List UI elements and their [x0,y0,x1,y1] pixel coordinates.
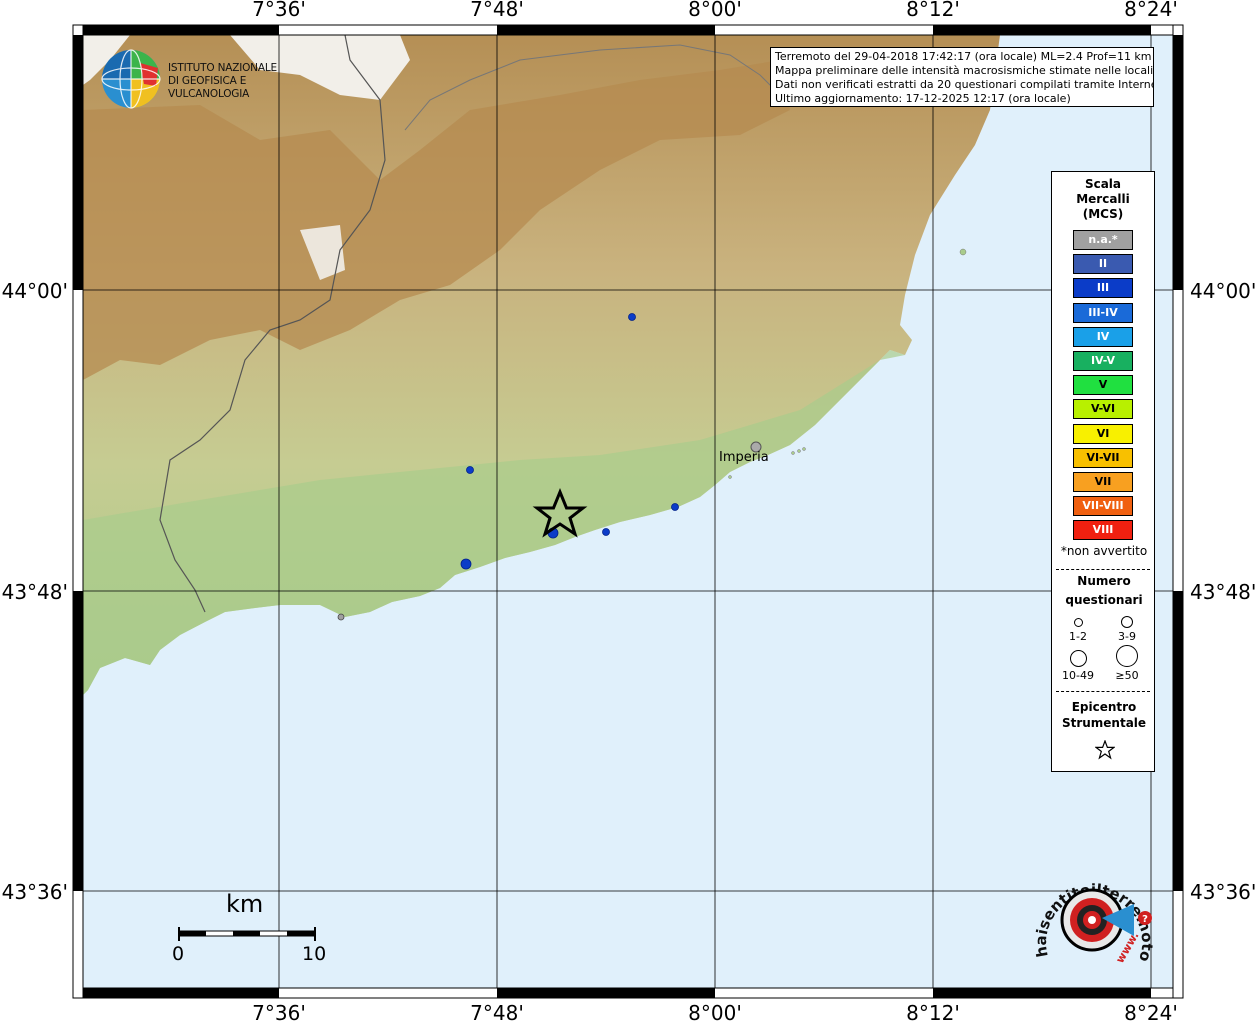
event-info-line: Ultimo aggiornamento: 17-12-2025 12:17 (… [775,92,1071,105]
epicenter-title-line: Strumentale [1061,716,1147,730]
size-label: 1-2 [1069,630,1087,643]
event-info-line: Mappa preliminare delle intensità macros… [775,64,1154,77]
globe-icon [101,49,161,109]
lat-label-left: 43°36' [2,880,68,904]
lon-label-bottom: 7°36' [252,1001,306,1024]
size-circle-1-2 [1074,618,1083,627]
scale-bar-unit: km [226,890,264,918]
size-circle-10-49 [1070,650,1087,667]
intensity-scale-swatch: V-VI [1073,399,1133,420]
intensity-scale-swatch: III [1073,278,1133,299]
ingv-logo: ISTITUTO NAZIONALE DI GEOFISICA E VULCAN… [100,48,320,110]
legend-title: Scala Mercalli (MCS) [1052,177,1154,222]
lat-label-right: 44°00' [1190,279,1256,303]
hsit-logo-icon: haisentitoilterremoto.it ? www. [1026,846,1156,966]
epicenter-legend-star-icon [1095,740,1115,760]
intensity-point [628,313,636,321]
size-label: ≥50 [1115,669,1139,682]
not-felt-note: *non avvertito [1060,544,1148,558]
scale-bar-graphic [178,927,316,941]
intensity-scale-swatch: VII [1073,472,1133,492]
legend: Scala Mercalli (MCS) n.a.* II III III-IV IV I… [1051,171,1155,772]
size-circle-50 [1116,645,1138,667]
size-label: 3-9 [1118,630,1136,643]
legend-title-line: Mercalli [1076,192,1130,206]
islet [791,451,795,455]
islet [797,449,801,453]
intensity-scale-swatch: IV [1073,326,1133,347]
scale-bar-end: 10 [302,943,327,965]
ingv-name-line1: ISTITUTO NAZIONALE [168,62,277,74]
intensity-point [466,466,474,474]
size-circle-3-9 [1121,616,1133,628]
lon-label-bottom: 7°48' [470,1001,524,1024]
lon-label-top: 8°24' [1124,0,1178,21]
intensity-point [602,528,610,536]
ingv-name-line2: DI GEOFISICA E VULCANOLOGIA [168,75,250,100]
intensity-point [337,613,345,621]
intensity-scale-swatch: VI [1073,423,1133,444]
count-title-line: questionari [1065,593,1143,607]
lon-label-top: 7°48' [470,0,524,21]
count-title-line: Numero [1077,574,1131,588]
intensity-scale-swatch: II [1073,254,1133,275]
lat-label-left: 44°00' [2,279,68,303]
hsit-logo: haisentitoilterremoto.it ? www. [1026,846,1160,980]
scale-bar: km 0 10 [160,885,330,975]
scale-bar-start: 0 [172,943,185,965]
lon-label-top: 8°00' [688,0,742,21]
intensity-point [671,503,679,511]
intensity-scale-swatch: VII-VIII [1073,496,1133,517]
event-info-line: Dati non verificati estratti da 20 quest… [775,78,1154,91]
count-title: Numero questionari [1052,572,1156,610]
islet [728,475,732,479]
lon-label-bottom: 8°24' [1124,1001,1178,1024]
islet [959,248,967,256]
lon-label-top: 8°12' [906,0,960,21]
intensity-scale-swatch: V [1073,375,1133,396]
epicenter-title-line: Epicentro [1071,700,1137,714]
lon-label-bottom: 8°12' [906,1001,960,1024]
lat-label-left: 43°48' [2,580,68,604]
legend-divider [1056,691,1150,692]
lon-label-top: 7°36' [252,0,306,21]
city-label-imperia: Imperia [719,450,769,465]
intensity-scale-swatch: VI-VII [1073,447,1133,468]
lat-label-right: 43°48' [1190,580,1256,604]
intensity-point [460,558,472,570]
lat-label-right: 43°36' [1190,880,1256,904]
epicenter-title: Epicentro Strumentale [1052,699,1156,731]
legend-divider [1056,569,1150,570]
event-info-box: Terremoto del 29-04-2018 17:42:17 (ora l… [770,47,1154,107]
intensity-scale-swatch: n.a.* [1073,230,1133,250]
legend-title-line: Scala [1084,177,1122,191]
lon-label-bottom: 8°00' [688,1001,742,1024]
intensity-scale-swatch: IV-V [1073,351,1133,371]
event-info-line: Terremoto del 29-04-2018 17:42:17 (ora l… [775,50,1152,63]
question-icon: ? [1142,914,1148,925]
islet [802,447,806,451]
legend-title-line: (MCS) [1082,207,1124,221]
size-label: 10-49 [1062,669,1094,682]
intensity-scale-swatch: III-IV [1073,302,1133,323]
intensity-scale-swatch: VIII [1073,520,1133,541]
